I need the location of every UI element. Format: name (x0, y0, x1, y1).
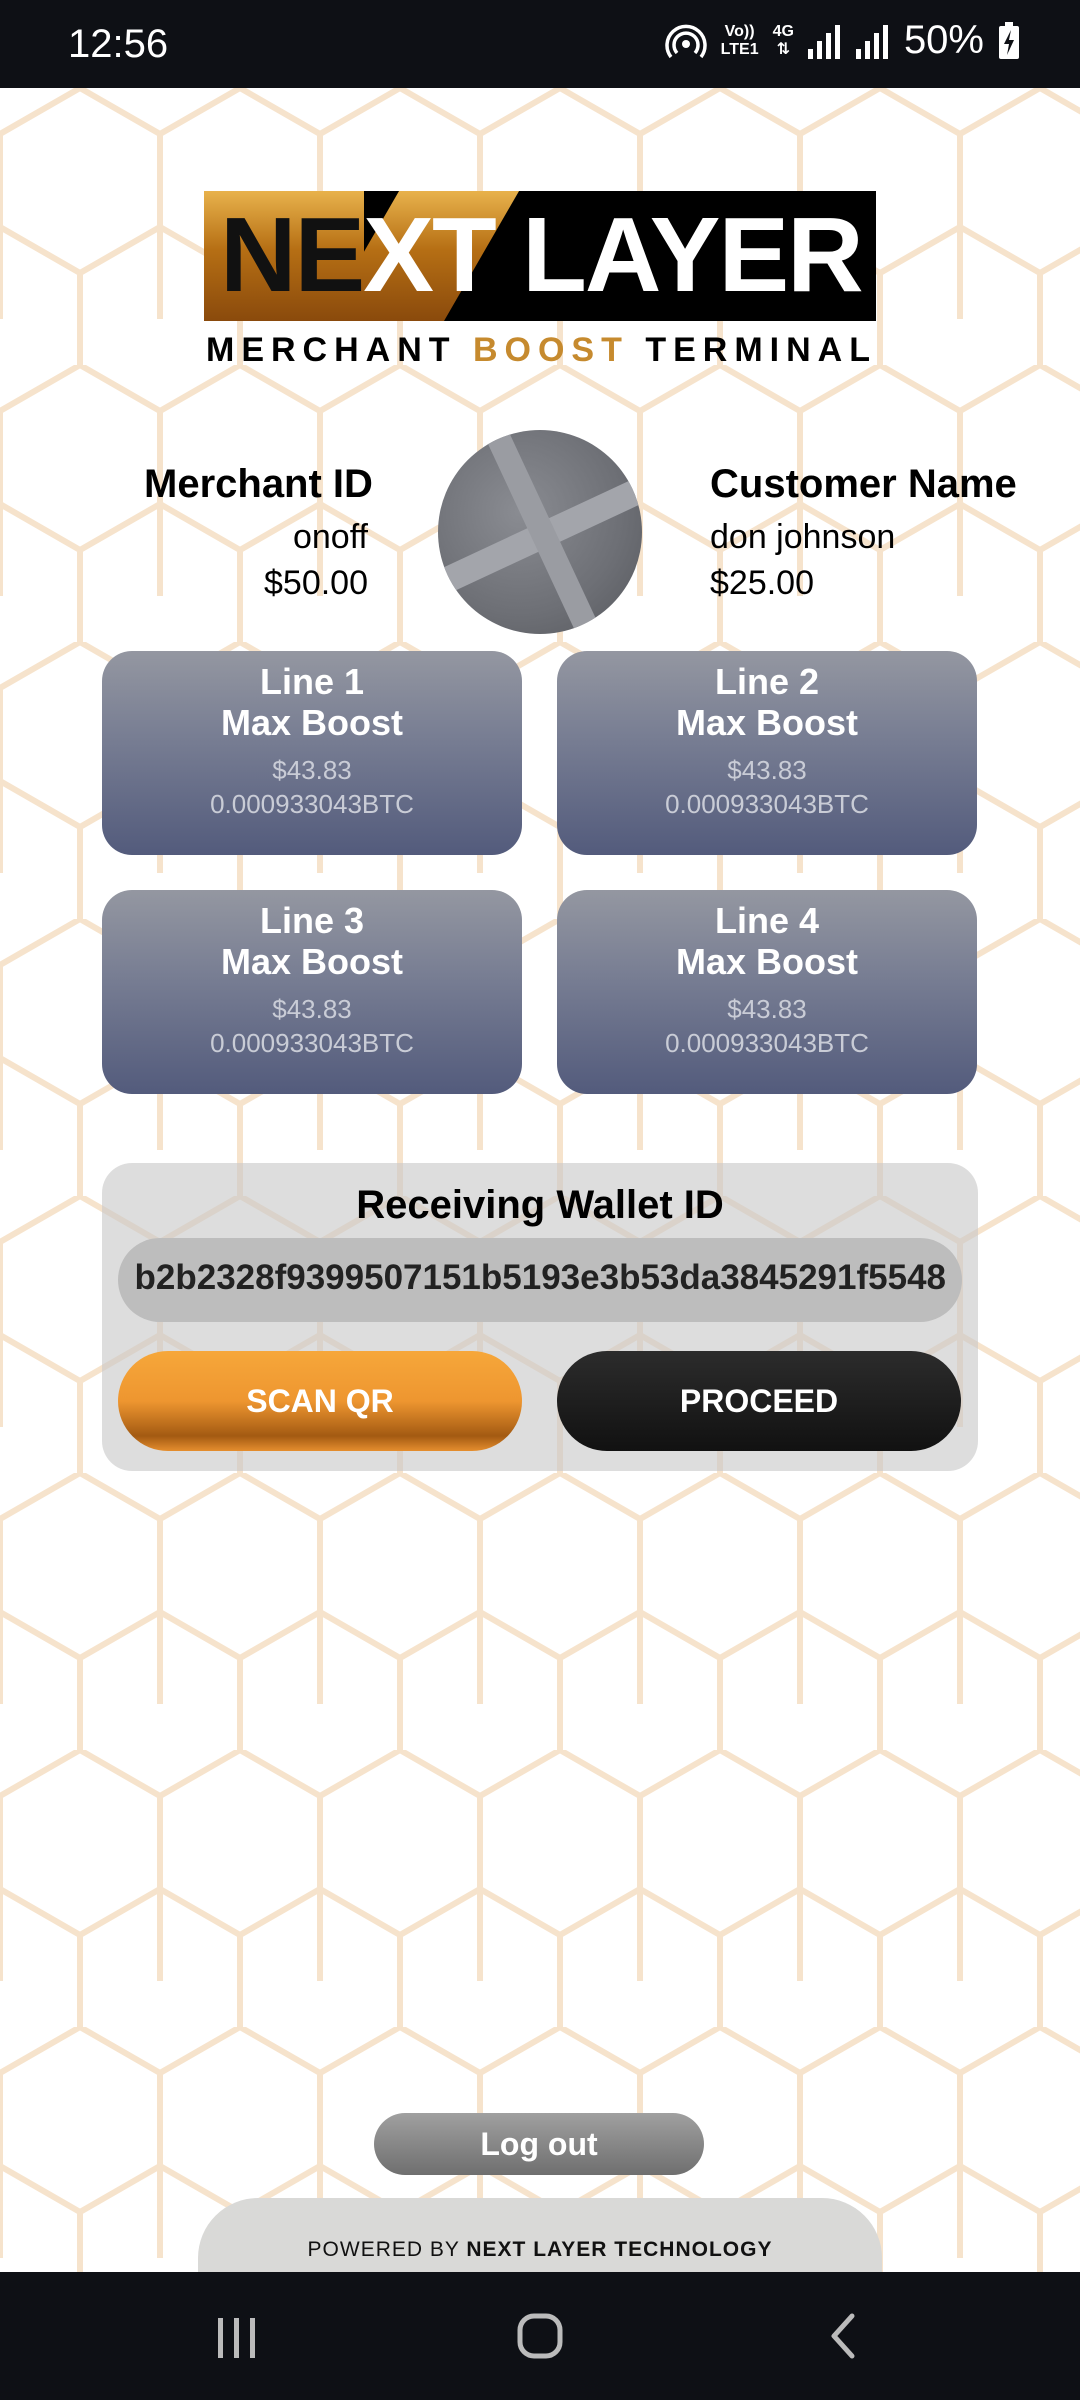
status-time: 12:56 (68, 22, 169, 66)
customer-amount: $25.00 (710, 564, 814, 602)
scan-qr-button[interactable]: SCAN QR (118, 1351, 522, 1451)
line-usd: $43.83 (272, 994, 352, 1024)
line-btc: 0.000933043BTC (665, 789, 869, 819)
wallet-id-input[interactable]: b2b2328f9399507151b5193e3b53da3845291f55… (118, 1238, 962, 1322)
customer-name-label: Customer Name (710, 462, 1017, 506)
wallet-title: Receiving Wallet ID (356, 1183, 724, 1227)
line-btc: 0.000933043BTC (665, 1028, 869, 1058)
wallet-id-value: b2b2328f9399507151b5193e3b53da3845291f55… (134, 1258, 947, 1297)
line-btc: 0.000933043BTC (210, 789, 414, 819)
recents-icon[interactable] (196, 2306, 276, 2366)
footer: POWERED BY NEXT LAYER TECHNOLOGY (198, 2198, 882, 2272)
line-3-button[interactable]: Line 3 Max Boost $43.83 0.000933043BTC (102, 890, 522, 1094)
volte-indicator: Vo)) LTE1 (720, 22, 759, 58)
line-title: Line 4 (714, 900, 820, 941)
line-subtitle: Max Boost (675, 941, 859, 982)
avatar (438, 430, 642, 634)
wallet-panel: Receiving Wallet ID b2b2328f9399507151b5… (102, 1163, 978, 1471)
status-bar: 12:56 Vo)) LTE1 4G ⇅ 50% (0, 0, 1080, 88)
line-title: Line 1 (259, 661, 365, 702)
footer-powered-by: POWERED BY NEXT LAYER TECHNOLOGY (307, 2238, 773, 2261)
battery-charging-icon (999, 21, 1019, 59)
app-screen: NEXT LAYER MERCHANT BOOST TERMINAL Merch… (0, 88, 1080, 2272)
status-icons: Vo)) LTE1 4G ⇅ 50% (664, 18, 1020, 63)
line-title: Line 3 (259, 900, 365, 941)
next-layer-logo: NEXT LAYER MERCHANT BOOST TERMINAL (204, 191, 876, 369)
logout-button[interactable]: Log out (374, 2113, 704, 2175)
battery-percent: 50% (903, 18, 984, 62)
line-usd: $43.83 (272, 755, 352, 785)
line-usd: $43.83 (727, 755, 807, 785)
hotspot-icon (664, 24, 707, 58)
line-subtitle: Max Boost (220, 941, 404, 982)
back-icon[interactable] (804, 2306, 884, 2366)
signal-icon (855, 24, 888, 59)
line-subtitle: Max Boost (675, 702, 859, 743)
network-indicator: 4G ⇅ (772, 22, 794, 58)
line-2-button[interactable]: Line 2 Max Boost $43.83 0.000933043BTC (557, 651, 977, 855)
customer-name: don johnson (710, 518, 896, 556)
line-usd: $43.83 (727, 994, 807, 1024)
merchant-amount: $50.00 (264, 564, 368, 602)
line-4-button[interactable]: Line 4 Max Boost $43.83 0.000933043BTC (557, 890, 977, 1094)
line-btc: 0.000933043BTC (210, 1028, 414, 1058)
line-1-button[interactable]: Line 1 Max Boost $43.83 0.000933043BTC (102, 651, 522, 855)
navigation-bar (0, 2272, 1080, 2400)
home-icon[interactable] (500, 2306, 580, 2366)
line-title: Line 2 (714, 661, 820, 702)
merchant-id-label: Merchant ID (144, 462, 373, 506)
signal-icon (807, 24, 840, 59)
merchant-name: onoff (292, 518, 368, 556)
proceed-button[interactable]: PROCEED (557, 1351, 961, 1451)
line-subtitle: Max Boost (220, 702, 404, 743)
